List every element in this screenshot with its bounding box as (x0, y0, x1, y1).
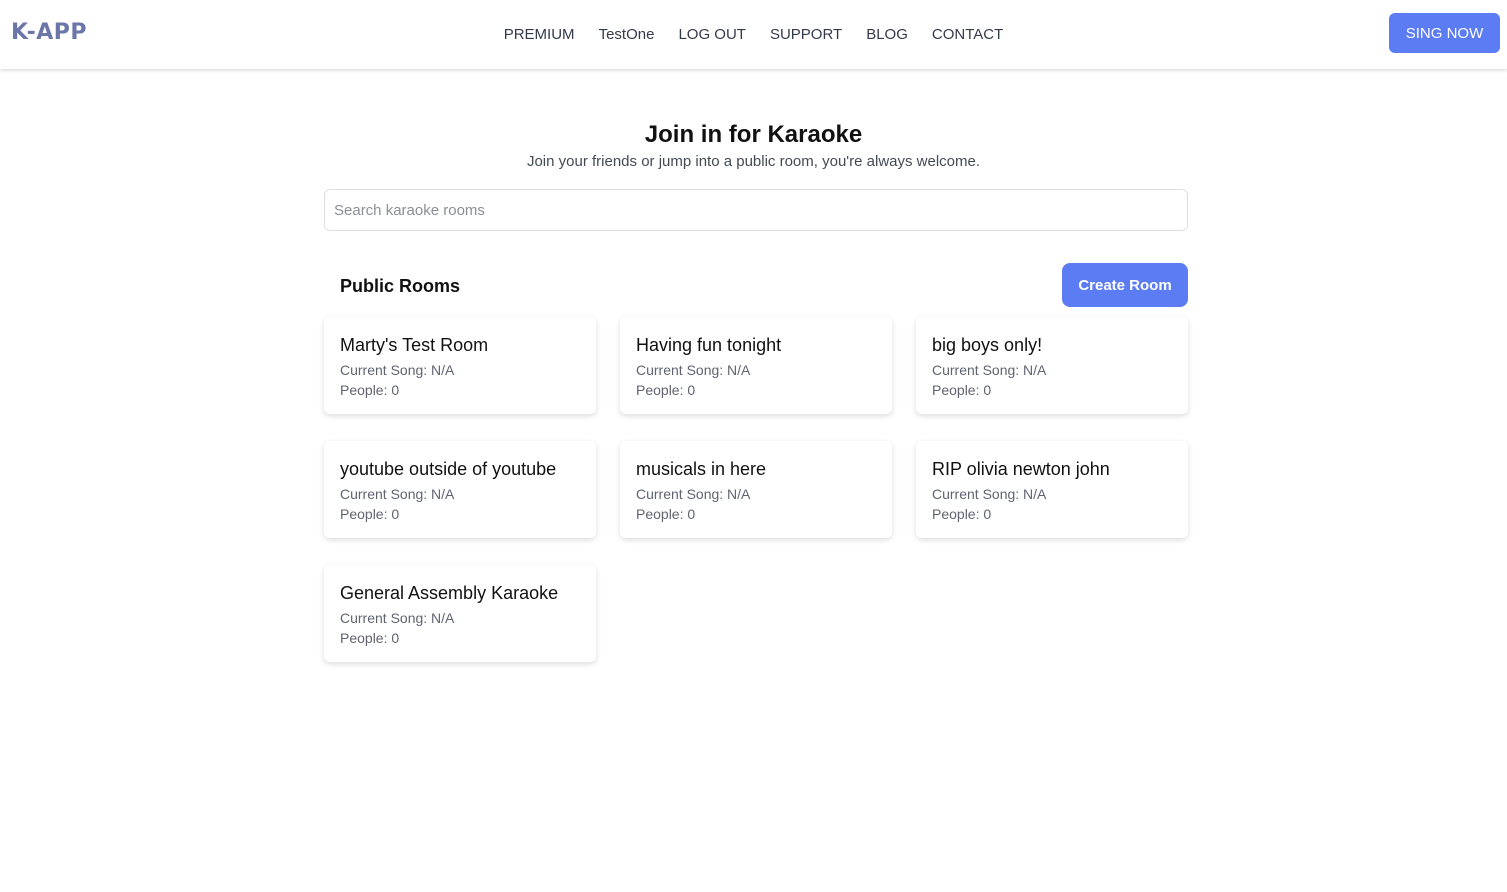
room-people-count: People: 0 (340, 382, 400, 398)
nav-link-premium[interactable]: PREMIUM (504, 25, 575, 45)
room-people-count: People: 0 (636, 382, 696, 398)
room-card[interactable]: RIP olivia newton john Current Song: N/A… (916, 441, 1188, 538)
room-people-count: People: 0 (636, 506, 696, 522)
room-card[interactable]: big boys only! Current Song: N/A People:… (916, 317, 1188, 414)
search-input[interactable] (324, 189, 1188, 231)
room-current-song: Current Song: N/A (636, 486, 751, 502)
rooms-grid: Marty's Test Room Current Song: N/A Peop… (324, 317, 1188, 662)
top-navbar: K-APP PREMIUM TestOne LOG OUT SUPPORT BL… (0, 0, 1507, 69)
page-subtitle: Join your friends or jump into a public … (526, 153, 981, 170)
nav-link-support[interactable]: SUPPORT (770, 25, 842, 45)
room-people-count: People: 0 (340, 506, 400, 522)
room-people-count: People: 0 (932, 506, 992, 522)
room-name: youtube outside of youtube (340, 459, 557, 479)
room-card[interactable]: Having fun tonight Current Song: N/A Peo… (620, 317, 892, 414)
room-card[interactable]: Marty's Test Room Current Song: N/A Peop… (324, 317, 596, 414)
room-card[interactable]: youtube outside of youtube Current Song:… (324, 441, 596, 538)
room-people-count: People: 0 (932, 382, 992, 398)
public-rooms-heading: Public Rooms (340, 276, 461, 296)
room-current-song: Current Song: N/A (340, 362, 455, 378)
room-current-song: Current Song: N/A (340, 486, 455, 502)
room-people-count: People: 0 (340, 630, 400, 646)
room-current-song: Current Song: N/A (636, 362, 751, 378)
sing-now-button[interactable]: SING NOW (1389, 13, 1500, 53)
room-card[interactable]: musicals in here Current Song: N/A Peopl… (620, 441, 892, 538)
room-name: Marty's Test Room (340, 335, 489, 355)
room-current-song: Current Song: N/A (932, 486, 1047, 502)
nav-link-profile[interactable]: TestOne (599, 25, 655, 45)
room-name: musicals in here (636, 459, 767, 479)
room-name: RIP olivia newton john (932, 459, 1110, 479)
main-nav: PREMIUM TestOne LOG OUT SUPPORT BLOG CON… (0, 0, 1507, 69)
room-current-song: Current Song: N/A (340, 610, 455, 626)
room-card[interactable]: General Assembly Karaoke Current Song: N… (324, 565, 596, 662)
create-room-button[interactable]: Create Room (1062, 263, 1188, 307)
room-current-song: Current Song: N/A (932, 362, 1047, 378)
nav-link-blog[interactable]: BLOG (866, 25, 908, 45)
room-name: Having fun tonight (636, 335, 782, 355)
room-name: big boys only! (932, 335, 1043, 355)
page-title: Join in for Karaoke (644, 121, 863, 148)
room-name: General Assembly Karaoke (340, 583, 559, 603)
nav-link-logout[interactable]: LOG OUT (678, 25, 746, 45)
nav-link-contact[interactable]: CONTACT (932, 25, 1003, 45)
